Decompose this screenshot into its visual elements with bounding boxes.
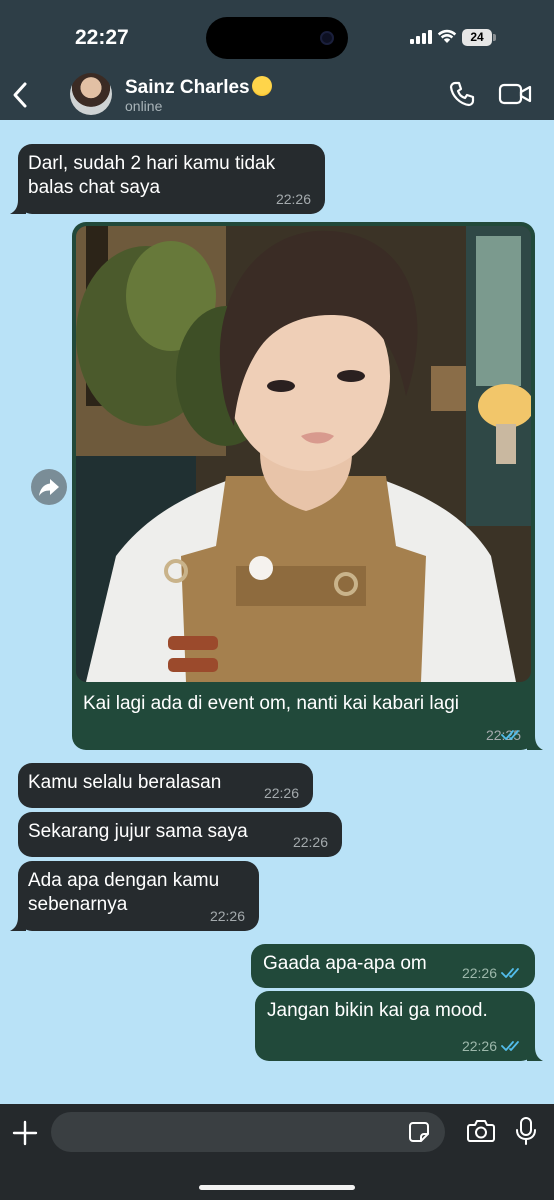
- contact-status: online: [125, 98, 163, 114]
- message-time: 22:26: [263, 785, 299, 801]
- outgoing-photo-message[interactable]: Kai lagi ada di event om, nanti kai kaba…: [72, 222, 543, 750]
- message-text: Kamu selalu beralasan: [28, 772, 222, 793]
- message-time: 22:26: [461, 1038, 497, 1054]
- outgoing-message[interactable]: Jangan bikin kai ga mood. 22:26: [255, 991, 543, 1061]
- double-check-icon: [501, 730, 519, 740]
- message-text: Sekarang jujur sama saya: [28, 821, 248, 842]
- message-time: 22:26: [209, 908, 245, 924]
- shared-photo[interactable]: [76, 226, 531, 682]
- message-text: Jangan bikin kai ga mood.: [267, 1000, 488, 1021]
- dynamic-island: [206, 17, 348, 59]
- incoming-message[interactable]: Darl, sudah 2 hari kamu tidak balas chat …: [10, 144, 325, 214]
- outgoing-message[interactable]: Gaada apa-apa om 22:26: [251, 944, 535, 988]
- status-time: 22:27: [75, 26, 129, 49]
- message-time: 22:26: [292, 834, 328, 850]
- incoming-message[interactable]: Kamu selalu beralasan 22:26: [18, 763, 313, 808]
- battery-indicator: 24: [462, 29, 492, 46]
- home-indicator: [199, 1185, 355, 1190]
- plus-icon[interactable]: [12, 1120, 38, 1146]
- microphone-icon[interactable]: [515, 1116, 537, 1146]
- avatar[interactable]: [70, 73, 112, 115]
- message-time: 22:26: [461, 965, 497, 981]
- message-text: Darl, sudah 2 hari kamu tidak balas chat …: [28, 153, 276, 198]
- phone-icon[interactable]: [448, 80, 476, 108]
- forward-arrow-icon: [39, 479, 59, 496]
- smiling-face-emoji-icon: [251, 76, 272, 96]
- double-check-icon: [501, 1041, 519, 1051]
- message-time: 22:26: [275, 191, 311, 207]
- sticker-icon[interactable]: [408, 1121, 430, 1143]
- battery-tip: [493, 34, 496, 41]
- camera-icon[interactable]: [467, 1119, 495, 1143]
- double-check-icon: [501, 968, 519, 978]
- contact-name[interactable]: Sainz Charles: [125, 76, 272, 99]
- incoming-message[interactable]: Sekarang jujur sama saya 22:26: [18, 812, 342, 857]
- forward-button[interactable]: [31, 469, 67, 505]
- photo-illustration: [76, 226, 531, 682]
- video-camera-icon[interactable]: [498, 82, 532, 106]
- message-input[interactable]: [51, 1112, 445, 1152]
- cellular-signal-icon: [410, 30, 432, 44]
- chevron-left-icon[interactable]: [8, 80, 32, 110]
- wifi-icon: [437, 29, 457, 43]
- incoming-message[interactable]: Ada apa dengan kamu sebenarnya 22:26: [10, 861, 259, 931]
- photo-caption: Kai lagi ada di event om, nanti kai kaba…: [83, 693, 460, 714]
